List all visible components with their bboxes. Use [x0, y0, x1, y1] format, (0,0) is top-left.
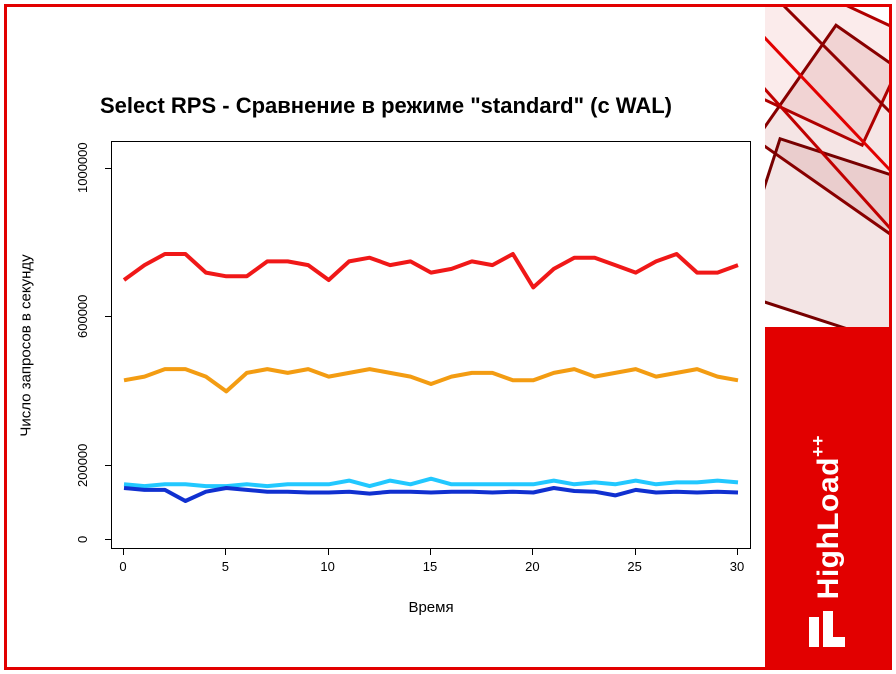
y-tick-mark — [105, 465, 111, 466]
brand-logo-icon — [807, 609, 847, 649]
chart-area: Select RPS - Сравнение в режиме "standar… — [7, 7, 765, 667]
x-tick-label: 20 — [525, 559, 539, 574]
y-axis-label-text: Число запросов в секунду — [18, 254, 35, 436]
series-line-series-blue — [124, 488, 738, 501]
y-tick-label: 600000 — [75, 288, 90, 344]
series-line-series-cyan — [124, 479, 738, 486]
x-tick-label: 10 — [320, 559, 334, 574]
decoration-svg — [765, 7, 889, 327]
y-axis-label: Число запросов в секунду — [15, 141, 37, 549]
x-axis-label: Время — [111, 599, 751, 616]
x-tick-label: 5 — [222, 559, 229, 574]
x-tick-mark — [737, 549, 738, 555]
x-tick-label: 0 — [119, 559, 126, 574]
y-tick-mark — [105, 539, 111, 540]
x-tick-mark — [635, 549, 636, 555]
brand-panel: HighLoad++ — [765, 327, 889, 667]
brand-text: HighLoad++ — [808, 435, 846, 599]
y-tick-label: 200000 — [75, 437, 90, 493]
x-tick-label: 30 — [730, 559, 744, 574]
sidebar-decoration — [765, 7, 889, 327]
series-line-series-red — [124, 254, 738, 287]
brand-wrap: HighLoad++ — [807, 435, 847, 649]
slide-root: Select RPS - Сравнение в режиме "standar… — [0, 0, 896, 674]
x-tick-label: 25 — [627, 559, 641, 574]
y-tick-label: 0 — [75, 511, 90, 567]
x-tick-label: 15 — [423, 559, 437, 574]
y-tick-label: 1000000 — [75, 140, 90, 196]
x-tick-mark — [123, 549, 124, 555]
brand-name: HighLoad — [812, 457, 845, 599]
y-tick-mark — [105, 316, 111, 317]
brand-sup: ++ — [808, 435, 828, 457]
chart-title: Select RPS - Сравнение в режиме "standar… — [7, 93, 765, 119]
plot-svg — [112, 142, 750, 548]
y-tick-mark — [105, 168, 111, 169]
x-tick-mark — [328, 549, 329, 555]
series-line-series-orange — [124, 369, 738, 391]
x-tick-mark — [225, 549, 226, 555]
sidebar: HighLoad++ — [765, 7, 889, 667]
plot-box — [111, 141, 751, 549]
x-tick-mark — [532, 549, 533, 555]
x-tick-mark — [430, 549, 431, 555]
